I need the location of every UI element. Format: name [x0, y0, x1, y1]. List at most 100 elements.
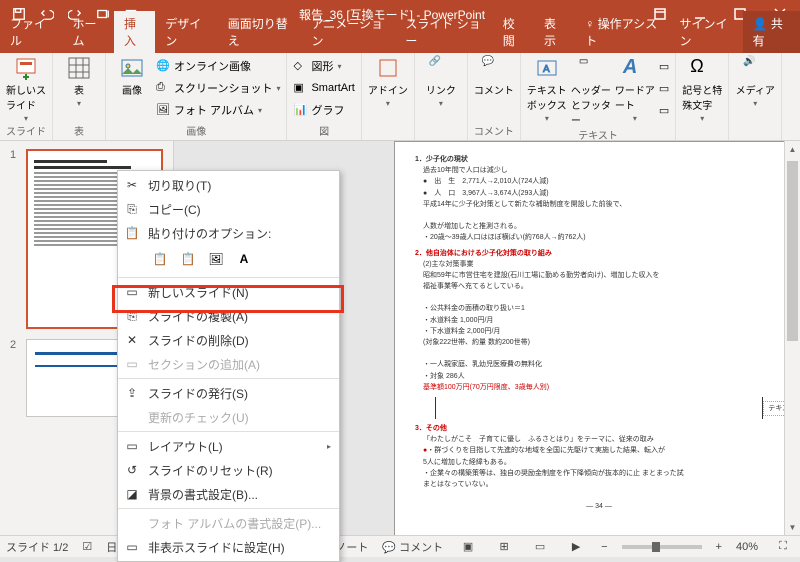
scroll-up-icon[interactable]: ▲: [785, 141, 800, 157]
group-comments: 💬コメント コメント: [468, 53, 521, 140]
media-button[interactable]: 🔊メディア▾: [735, 56, 775, 108]
tab-transitions[interactable]: 画面切り替え: [218, 11, 302, 53]
ctx-separator: [118, 378, 339, 379]
zoom-slider-knob[interactable]: [652, 542, 660, 552]
tab-slideshow[interactable]: スライド ショー: [395, 11, 492, 53]
slide-text: 平成14年に少子化対策として新たな補助制度を開設した前後で、: [423, 199, 783, 210]
wordart-icon: A: [623, 56, 647, 80]
ctx-check-updates: 更新のチェック(U): [118, 405, 339, 429]
ctx-paste-options-header: 📋貼り付けのオプション:: [118, 221, 339, 245]
chart-label: グラフ: [311, 102, 344, 118]
paste-use-destination-theme[interactable]: 📋: [148, 247, 172, 271]
text-more-2[interactable]: ▭: [659, 78, 669, 98]
comment-button[interactable]: 💬コメント: [474, 56, 514, 97]
scroll-thumb[interactable]: [787, 161, 798, 341]
links-button[interactable]: 🔗リンク▾: [421, 56, 461, 108]
fit-to-window-icon[interactable]: ⛶: [772, 538, 794, 556]
zoom-level[interactable]: 40%: [736, 541, 758, 553]
tab-home[interactable]: ホーム: [62, 11, 114, 53]
ctx-duplicate-slide[interactable]: ⎘スライドの複製(A): [118, 304, 339, 328]
ribbon-tabs: ファイル ホーム 挿入 デザイン 画面切り替え アニメーション スライド ショー…: [0, 28, 800, 53]
addins-button[interactable]: アドイン▾: [368, 56, 408, 108]
screenshot-icon: ⎙: [156, 81, 170, 95]
ctx-delete-slide[interactable]: ✕スライドの削除(D): [118, 328, 339, 352]
layout-icon: ▭: [124, 438, 140, 454]
share-button[interactable]: 👤 共有: [743, 11, 800, 53]
shapes-button[interactable]: ◇図形▾: [293, 56, 354, 76]
tab-file[interactable]: ファイル: [0, 11, 62, 53]
tell-me[interactable]: ♀ 操作アシスト: [575, 11, 669, 53]
vertical-scrollbar[interactable]: ▲ ▼: [784, 141, 800, 535]
group-links: 🔗リンク▾: [415, 53, 468, 140]
slide-text: まとはなっていない。: [423, 479, 783, 490]
text-more-1[interactable]: ▭: [659, 56, 669, 76]
group-slides-label: スライド: [6, 123, 46, 140]
slide-text: ● 人 口 3,967人→3,674人(293人減): [423, 188, 783, 199]
ctx-layout[interactable]: ▭レイアウト(L)▸: [118, 434, 339, 458]
ctx-format-background[interactable]: ◪背景の書式設定(B)...: [118, 482, 339, 506]
ctx-new-slide[interactable]: ▭新しいスライド(N): [118, 280, 339, 304]
header-footer-icon: ▭: [579, 56, 603, 80]
ctx-add-section: ▭セクションの追加(A): [118, 352, 339, 376]
online-pictures-button[interactable]: 🌐オンライン画像: [156, 56, 280, 76]
reset-icon: ↺: [124, 462, 140, 478]
slide-text: (対象222世帯、約量 数約200世帯): [423, 337, 783, 348]
screenshot-label: スクリーンショット: [174, 80, 272, 96]
tab-animations[interactable]: アニメーション: [302, 11, 396, 53]
ctx-reset-slide[interactable]: ↺スライドのリセット(R): [118, 458, 339, 482]
reading-view-icon[interactable]: ▭: [529, 538, 551, 556]
symbols-button[interactable]: Ω記号と特殊文字▾: [682, 56, 722, 123]
paste-keep-source-formatting[interactable]: 📋: [176, 247, 200, 271]
text-more-3[interactable]: ▭: [659, 100, 669, 120]
new-slide-button[interactable]: 新しいスライド▾: [6, 56, 46, 123]
ctx-photo-album-format: フォト アルバムの書式設定(P)...: [118, 511, 339, 535]
globe-icon: 🌐: [156, 59, 170, 73]
photo-album-button[interactable]: 🖼フォト アルバム▾: [156, 100, 280, 120]
group-tables-label: 表: [59, 123, 99, 140]
tab-review[interactable]: 校閲: [493, 11, 534, 53]
ctx-copy[interactable]: ⎘コピー(C): [118, 197, 339, 221]
pictures-button[interactable]: 画像: [112, 56, 152, 97]
ctx-hide-slide[interactable]: ▭非表示スライドに設定(H): [118, 535, 339, 559]
slide-text: ・一人親家庭、乳幼児医療費の無料化: [423, 359, 783, 370]
zoom-out-button[interactable]: −: [601, 541, 607, 553]
group-text: Aテキストボックス▾ ▭ヘッダーとフッター Aワードアート▾ ▭▭▭ テキスト: [521, 53, 676, 140]
tab-view[interactable]: 表示: [534, 11, 575, 53]
slide-sorter-view-icon[interactable]: ⊞: [493, 538, 515, 556]
slide-heading-1: 1．少子化の現状: [415, 154, 783, 165]
normal-view-icon[interactable]: ▣: [457, 538, 479, 556]
slide-counter[interactable]: スライド 1/2: [6, 539, 68, 555]
header-footer-button[interactable]: ▭ヘッダーとフッター: [571, 56, 611, 127]
tab-insert[interactable]: 挿入: [114, 11, 155, 53]
table-button[interactable]: 表▾: [59, 56, 99, 108]
spellcheck-icon[interactable]: ☑: [82, 540, 92, 553]
signin-link[interactable]: サインイン: [669, 11, 742, 53]
paste-picture[interactable]: 🖼: [204, 247, 228, 271]
group-comments-label: コメント: [474, 123, 514, 140]
scroll-down-icon[interactable]: ▼: [785, 519, 800, 535]
zoom-slider[interactable]: [622, 545, 702, 549]
context-menu: ✂切り取り(T) ⎘コピー(C) 📋貼り付けのオプション: 📋 📋 🖼 A ▭新…: [117, 170, 340, 562]
ctx-separator: [118, 431, 339, 432]
current-slide[interactable]: 1．少子化の現状 過去10年間で人口は減少し ● 出 生 2,771人→2,01…: [394, 141, 800, 535]
zoom-in-button[interactable]: +: [716, 541, 722, 553]
comments-button[interactable]: 💬 コメント: [382, 539, 443, 555]
ctx-cut[interactable]: ✂切り取り(T): [118, 173, 339, 197]
table-label: 表: [74, 82, 84, 97]
picture-icon: [120, 56, 144, 80]
text-box-button[interactable]: Aテキストボックス▾: [527, 56, 567, 123]
group-symbols-label: [682, 138, 722, 140]
screenshot-button[interactable]: ⎙スクリーンショット▾: [156, 78, 280, 98]
tab-design[interactable]: デザイン: [155, 11, 217, 53]
slide-text: ・対象 286人: [423, 371, 783, 382]
wordart-button[interactable]: Aワードアート▾: [615, 56, 655, 123]
smartart-label: SmartArt: [311, 82, 354, 94]
slideshow-view-icon[interactable]: ▶: [565, 538, 587, 556]
paste-text-only[interactable]: A: [232, 247, 256, 271]
duplicate-icon: ⎘: [124, 308, 140, 324]
smartart-button[interactable]: ▣SmartArt: [293, 78, 354, 98]
ctx-publish-slides[interactable]: ⇪スライドの発行(S): [118, 381, 339, 405]
chart-button[interactable]: 📊グラフ: [293, 100, 354, 120]
thumb-1-number: 1: [10, 149, 20, 329]
ctx-photo-album-format-label: フォト アルバムの書式設定(P)...: [148, 515, 321, 532]
